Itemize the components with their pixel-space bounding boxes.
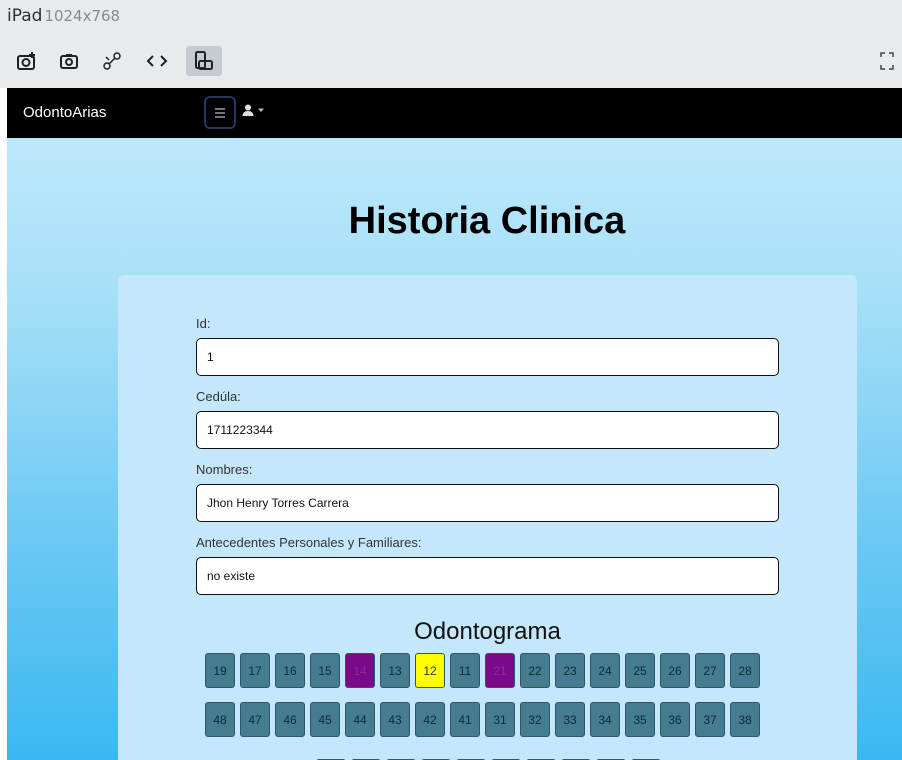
tooth-13[interactable]: 13 xyxy=(380,653,410,688)
network-icon[interactable] xyxy=(100,46,124,76)
tooth-15[interactable]: 15 xyxy=(310,653,340,688)
tooth-28[interactable]: 28 xyxy=(730,653,760,688)
device-toolbar: iPad 1024x768 xyxy=(0,0,902,88)
tooth-17[interactable]: 17 xyxy=(240,653,270,688)
upper-teeth-row: 19 17 16 15 14 13 12 11 21 22 23 24 25 26 27 28 xyxy=(205,653,760,688)
tooth-14[interactable]: 14 xyxy=(345,653,375,688)
tooth-35[interactable]: 35 xyxy=(625,702,655,737)
tooth-45[interactable]: 45 xyxy=(310,702,340,737)
expand-icon[interactable] xyxy=(880,52,894,70)
tooth-47[interactable]: 47 xyxy=(240,702,270,737)
navbar-brand[interactable]: OdontoArias xyxy=(23,104,106,121)
tooth-41[interactable]: 41 xyxy=(450,702,480,737)
tooth-32[interactable]: 32 xyxy=(520,702,550,737)
tooth-16[interactable]: 16 xyxy=(275,653,305,688)
rotate-icon[interactable] xyxy=(186,46,222,76)
user-dropdown[interactable] xyxy=(242,104,265,116)
navbar-toggler[interactable] xyxy=(204,96,236,129)
tooth-46[interactable]: 46 xyxy=(275,702,305,737)
cedula-label: Cedúla: xyxy=(196,389,241,404)
tooth-25[interactable]: 25 xyxy=(625,653,655,688)
odontograma-title: Odontograma xyxy=(414,618,561,645)
tooth-27[interactable]: 27 xyxy=(695,653,725,688)
page-viewport: OdontoArias Historia Clinica Id: 1 Cedúl… xyxy=(7,88,902,760)
id-field[interactable]: 1 xyxy=(196,338,779,376)
tooth-34[interactable]: 34 xyxy=(590,702,620,737)
tooth-12[interactable]: 12 xyxy=(415,653,445,688)
tooth-44[interactable]: 44 xyxy=(345,702,375,737)
hamburger-icon xyxy=(215,107,225,118)
tooth-48[interactable]: 48 xyxy=(205,702,235,737)
nombres-label: Nombres: xyxy=(196,462,253,477)
tooth-26[interactable]: 26 xyxy=(660,653,690,688)
tooth-21[interactable]: 21 xyxy=(485,653,515,688)
tooth-37[interactable]: 37 xyxy=(695,702,725,737)
device-name: iPad xyxy=(7,6,43,26)
tooth-43[interactable]: 43 xyxy=(380,702,410,737)
user-icon xyxy=(242,104,254,116)
tooth-36[interactable]: 36 xyxy=(660,702,690,737)
device-label: iPad 1024x768 xyxy=(7,6,120,26)
device-size: 1024x768 xyxy=(44,7,121,25)
id-label: Id: xyxy=(196,316,211,331)
tooth-42[interactable]: 42 xyxy=(415,702,445,737)
navbar: OdontoArias xyxy=(7,88,902,138)
cedula-field[interactable]: 1711223344 xyxy=(196,411,779,449)
tooth-24[interactable]: 24 xyxy=(590,653,620,688)
lower-teeth-row: 48 47 46 45 44 43 42 41 31 32 33 34 35 36 37 38 xyxy=(205,702,760,737)
tooth-22[interactable]: 22 xyxy=(520,653,550,688)
nombres-field[interactable]: Jhon Henry Torres Carrera xyxy=(196,484,779,522)
caret-down-icon xyxy=(258,108,264,112)
antecedentes-label: Antecedentes Personales y Familiares: xyxy=(196,535,422,550)
camera-icon[interactable] xyxy=(56,46,82,76)
tooth-19[interactable]: 19 xyxy=(205,653,235,688)
screenshot-icon[interactable] xyxy=(14,46,40,76)
tooth-31[interactable]: 31 xyxy=(485,702,515,737)
antecedentes-field[interactable]: no existe xyxy=(196,557,779,595)
page-title: Historia Clinica xyxy=(348,200,626,242)
tooth-23[interactable]: 23 xyxy=(555,653,585,688)
code-icon[interactable] xyxy=(143,46,171,76)
tooth-11[interactable]: 11 xyxy=(450,653,480,688)
historia-form-card: Id: 1 Cedúla: 1711223344 Nombres: Jhon H… xyxy=(118,275,857,760)
tooth-33[interactable]: 33 xyxy=(555,702,585,737)
tooth-38[interactable]: 38 xyxy=(730,702,760,737)
